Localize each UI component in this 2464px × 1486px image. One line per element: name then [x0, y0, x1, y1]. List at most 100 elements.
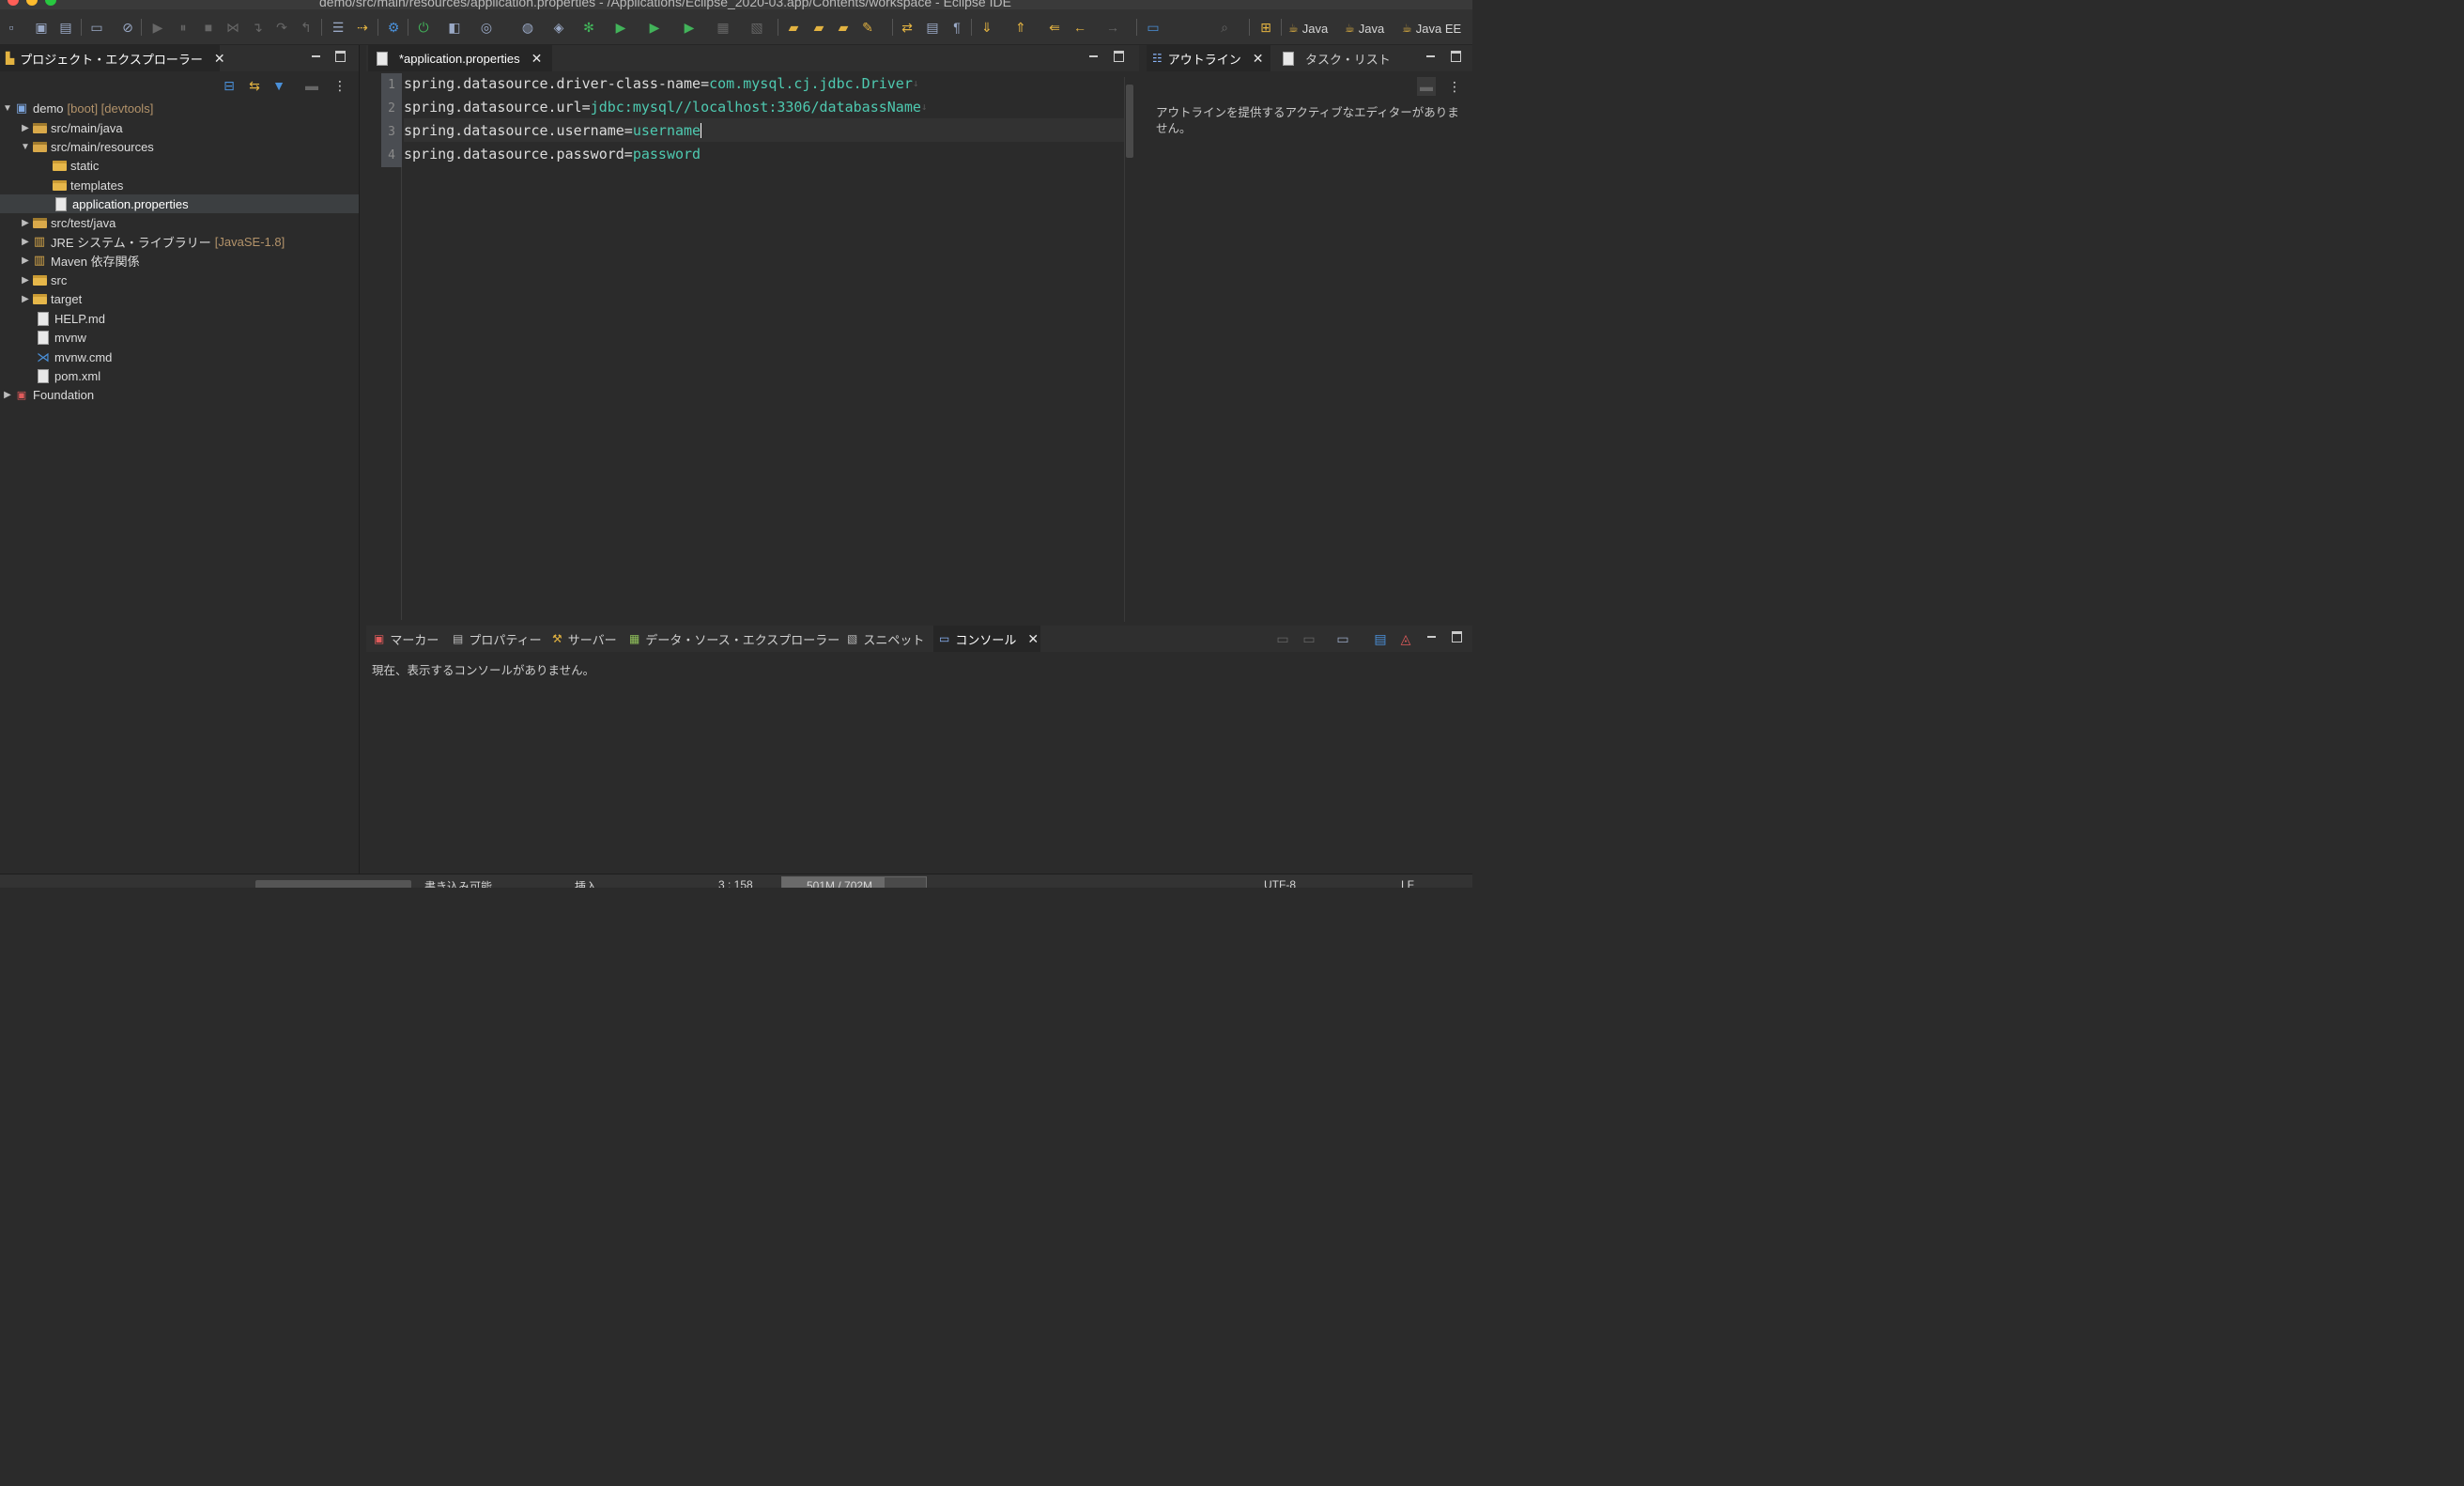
- chevron-right-icon[interactable]: ▶: [20, 294, 31, 304]
- focus-icon[interactable]: ▬: [302, 76, 321, 95]
- maximize-icon[interactable]: [1450, 51, 1461, 62]
- tab-snippets[interactable]: ▧ スニペット: [841, 626, 930, 652]
- tree-item-pom-xml[interactable]: pom.xml: [0, 366, 359, 385]
- step-return-icon[interactable]: ↰: [297, 18, 316, 37]
- forward-icon[interactable]: →: [1103, 18, 1122, 37]
- tree-item-demo[interactable]: ▼ ▣ demo [boot] [devtools]: [0, 99, 359, 117]
- drop-to-frame-icon[interactable]: ☰: [329, 18, 347, 37]
- tree-item-static[interactable]: static: [0, 156, 359, 175]
- open-type-icon[interactable]: ▰: [784, 18, 803, 37]
- collapse-all-icon[interactable]: ⊟: [220, 76, 239, 95]
- editor-text-area[interactable]: 1 2 3 4 spring.datasource.driver-class-n…: [366, 71, 1139, 622]
- tab-outline[interactable]: ☷ アウトライン ✕: [1147, 45, 1270, 71]
- new-package-icon[interactable]: ▧: [747, 18, 766, 37]
- copy-icon[interactable]: ▤: [1371, 629, 1390, 648]
- minimize-icon[interactable]: [310, 51, 321, 62]
- web-browser-icon[interactable]: ◍: [518, 18, 537, 37]
- heap-status[interactable]: 501M / 702M: [781, 876, 927, 888]
- debug-icon[interactable]: ✻: [579, 18, 598, 37]
- open-console-icon[interactable]: ▭: [1333, 629, 1352, 648]
- new-class-icon[interactable]: ▦: [714, 18, 732, 37]
- open-console-icon[interactable]: ▭: [87, 18, 106, 37]
- editor-vertical-scrollbar[interactable]: [1124, 77, 1133, 622]
- link-with-editor-icon[interactable]: ⇆: [245, 76, 264, 95]
- minimize-icon[interactable]: [1424, 51, 1436, 62]
- minimize-window-button[interactable]: [26, 0, 38, 6]
- tab-markers[interactable]: ▣ マーカー: [368, 626, 444, 652]
- tree-item-mvnw[interactable]: mvnw: [0, 328, 359, 347]
- skip-breakpoints-icon[interactable]: ⊘: [118, 18, 137, 37]
- last-edit-location-icon[interactable]: ⇚: [1045, 18, 1064, 37]
- close-icon[interactable]: ✕: [1027, 631, 1039, 647]
- use-step-filters-icon[interactable]: ⇢: [353, 18, 372, 37]
- maximize-icon[interactable]: [1113, 51, 1124, 62]
- toolbar-search-icon[interactable]: ⌕: [1215, 18, 1234, 37]
- chevron-right-icon[interactable]: ▶: [20, 255, 31, 266]
- tree-item-src[interactable]: ▶ src: [0, 271, 359, 289]
- open-perspective-icon[interactable]: ⊞: [1256, 18, 1275, 37]
- maximize-icon[interactable]: [334, 51, 346, 62]
- step-over-icon[interactable]: ↷: [272, 18, 291, 37]
- next-annotation-icon[interactable]: ⇓: [978, 18, 996, 37]
- chevron-right-icon[interactable]: ▶: [20, 237, 31, 247]
- new-icon[interactable]: ▫: [2, 18, 21, 37]
- back-icon[interactable]: ←: [1070, 18, 1089, 37]
- remote-icon[interactable]: ◬: [1396, 629, 1415, 648]
- save-icon[interactable]: ▣: [32, 18, 51, 37]
- close-window-button[interactable]: [8, 0, 19, 6]
- settings-icon[interactable]: ⚙: [384, 18, 403, 37]
- tree-item-foundation[interactable]: ▶ ▣ Foundation: [0, 385, 359, 404]
- code-line[interactable]: spring.datasource.url= jdbc:mysql//localh…: [404, 95, 928, 118]
- run-external-tools-icon[interactable]: ▶: [680, 18, 699, 37]
- spring-boot-dashboard-icon[interactable]: ⏻: [414, 18, 433, 37]
- focus-icon[interactable]: ▬: [1417, 77, 1436, 96]
- tab-properties[interactable]: ▤ プロパティー: [447, 626, 547, 652]
- tree-item-help-md[interactable]: HELP.md: [0, 309, 359, 328]
- code-line-current[interactable]: spring.datasource.username= username: [404, 118, 1124, 142]
- suspend-icon[interactable]: ⏸: [174, 18, 192, 37]
- run-icon[interactable]: ▶: [611, 18, 630, 37]
- code-line[interactable]: spring.datasource.driver-class-name= com.…: [404, 71, 918, 95]
- disconnect-icon[interactable]: ⋈: [223, 18, 242, 37]
- chevron-right-icon[interactable]: ▶: [20, 123, 31, 133]
- close-icon[interactable]: ✕: [214, 51, 225, 67]
- chevron-down-icon[interactable]: ▼: [20, 142, 31, 152]
- toggle-block-selection-icon[interactable]: ▤: [923, 18, 942, 37]
- close-icon[interactable]: ✕: [531, 51, 543, 67]
- open-perspective-task-icon[interactable]: ▭: [1144, 18, 1163, 37]
- view-menu-icon[interactable]: ⋮: [331, 76, 349, 95]
- new-java-project-icon[interactable]: ◧: [445, 18, 464, 37]
- chevron-right-icon[interactable]: ▶: [2, 390, 13, 400]
- new-server-icon[interactable]: ◎: [477, 18, 496, 37]
- perspective-java-2[interactable]: ☕ Java: [1345, 19, 1384, 38]
- filter-icon[interactable]: ▼: [270, 76, 288, 95]
- open-resource-icon[interactable]: ▰: [834, 18, 853, 37]
- chevron-down-icon[interactable]: ▼: [2, 103, 13, 114]
- tab-data-source-explorer[interactable]: ▦ データ・ソース・エクスプローラー: [624, 626, 845, 652]
- tree-item-mvnw-cmd[interactable]: ⋊ mvnw.cmd: [0, 348, 359, 366]
- tree-item-src-main-resources[interactable]: ▼ src/main/resources: [0, 137, 359, 156]
- scrollbar-thumb[interactable]: [1126, 85, 1133, 158]
- tab-servers[interactable]: ⚒ サーバー: [547, 626, 623, 652]
- search-icon[interactable]: ✎: [858, 18, 877, 37]
- perspective-java-ee[interactable]: ☕ Java EE: [1402, 19, 1461, 38]
- coverage-icon[interactable]: ▶: [645, 18, 664, 37]
- tree-item-templates[interactable]: templates: [0, 176, 359, 194]
- previous-annotation-icon[interactable]: ⇑: [1011, 18, 1030, 37]
- minimize-icon[interactable]: [1087, 51, 1099, 62]
- tree-item-target[interactable]: ▶ target: [0, 289, 359, 308]
- perspective-java[interactable]: ☕ Java: [1288, 19, 1328, 38]
- code-line[interactable]: spring.datasource.password= password: [404, 142, 701, 165]
- show-whitespace-icon[interactable]: ¶: [947, 18, 966, 37]
- tab-application-properties[interactable]: *application.properties ✕: [368, 45, 552, 71]
- minimize-icon[interactable]: [1425, 631, 1437, 642]
- tab-console[interactable]: ▭ コンソール ✕: [933, 626, 1040, 652]
- display-console-icon[interactable]: ▭: [1300, 629, 1318, 648]
- zoom-window-button[interactable]: [45, 0, 56, 6]
- tree-item-application-properties[interactable]: application.properties: [0, 194, 359, 213]
- close-icon[interactable]: ✕: [1253, 51, 1264, 67]
- new-web-service-icon[interactable]: ◈: [549, 18, 568, 37]
- tree-item-src-test-java[interactable]: ▶ src/test/java: [0, 213, 359, 232]
- tab-project-explorer[interactable]: ▙ プロジェクト・エクスプローラー ✕: [0, 45, 225, 71]
- view-menu-icon[interactable]: ⋮: [1445, 77, 1464, 96]
